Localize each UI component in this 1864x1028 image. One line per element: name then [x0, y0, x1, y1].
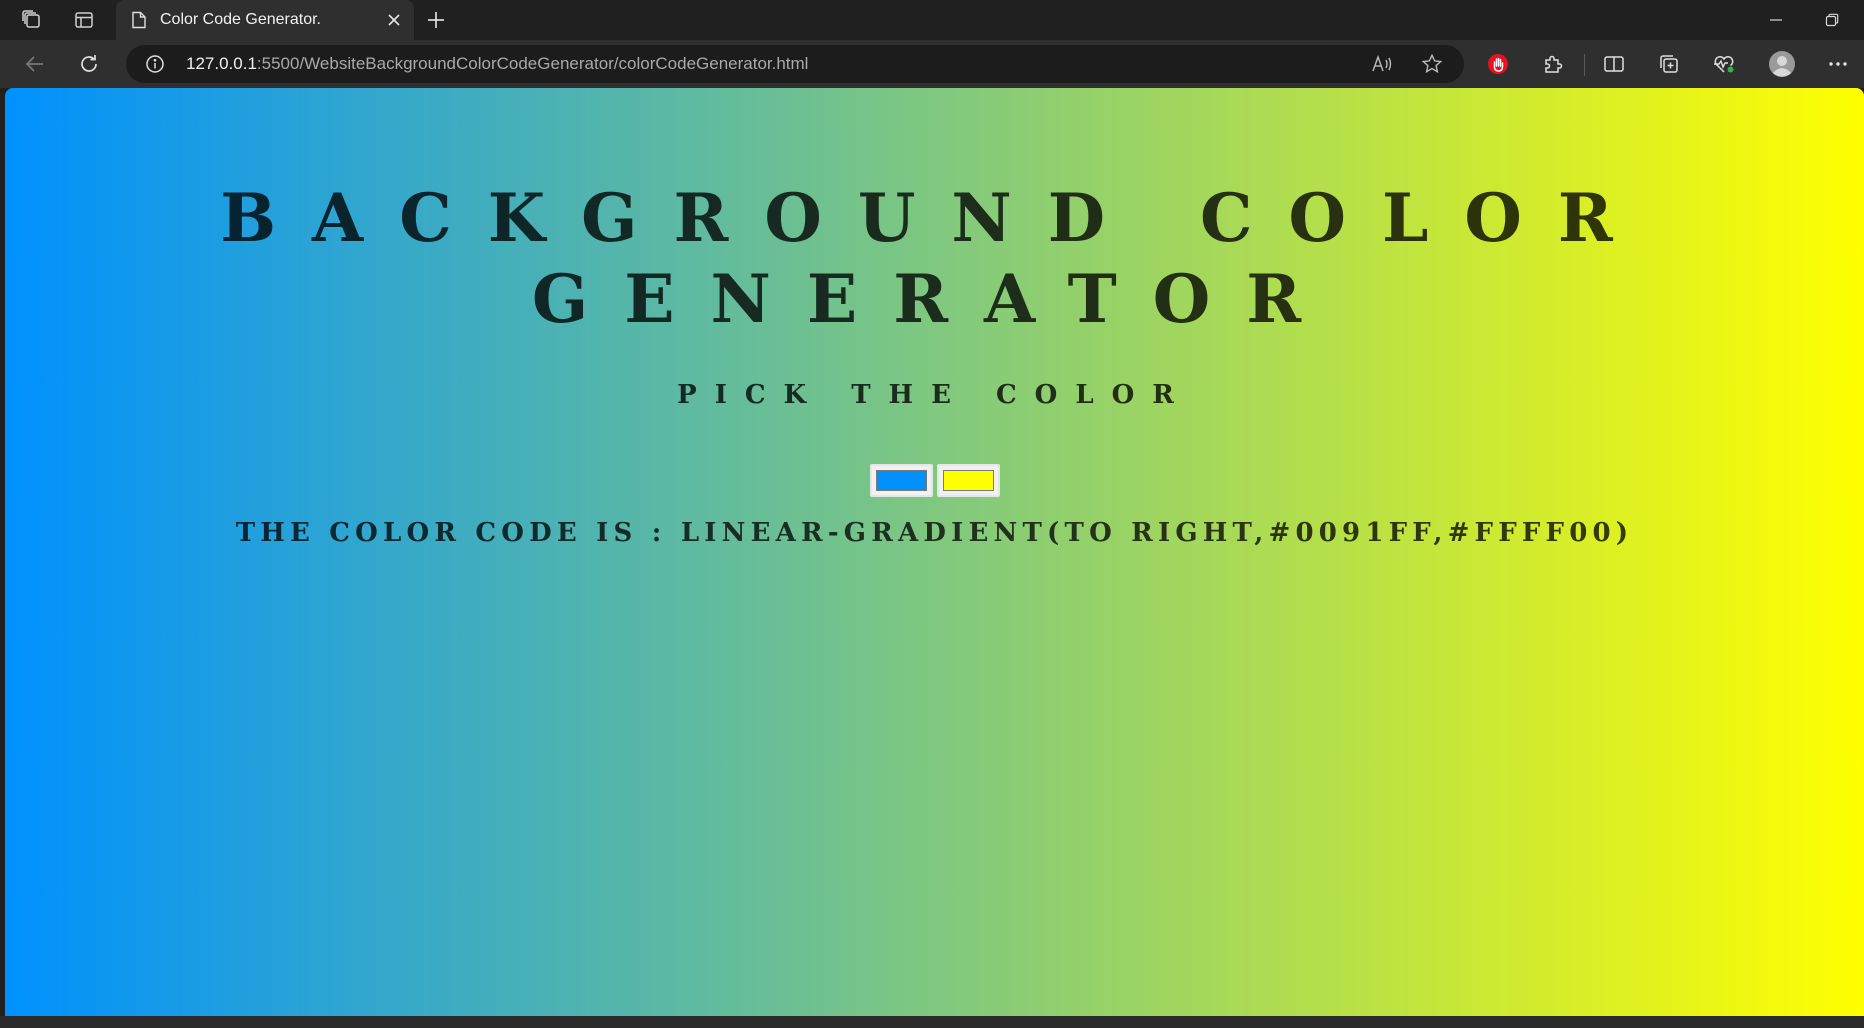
page-icon [128, 9, 150, 31]
page-title-line-1: BACKGROUND COLOR [220, 179, 1649, 257]
color-pickers [870, 464, 1000, 498]
url-path: :5500/WebsiteBackgroundColorCodeGenerato… [256, 54, 809, 73]
page-title-line-2: GENERATOR [531, 260, 1338, 338]
color-picker-2-swatch [943, 470, 994, 491]
back-arrow-icon[interactable] [17, 48, 53, 80]
refresh-icon[interactable] [71, 48, 107, 80]
color-picker-1[interactable] [870, 464, 933, 497]
puzzle-icon[interactable] [1535, 48, 1571, 80]
page-subtitle: PICK THE COLOR [677, 380, 1192, 410]
hand-stop-icon[interactable] [1480, 48, 1516, 80]
collections-icon[interactable] [1651, 48, 1687, 80]
color-code-text: THE COLOR CODE IS : LINEAR-GRADIENT(TO R… [235, 518, 1634, 548]
profile-icon[interactable] [1764, 48, 1800, 80]
page-viewport: BACKGROUND COLOR GENERATOR PICK THE COLO… [5, 88, 1864, 1016]
active-tab[interactable]: Color Code Generator. [116, 0, 414, 40]
toolbar-divider [1584, 54, 1585, 76]
url-text[interactable]: 127.0.0.1:5500/WebsiteBackgroundColorCod… [186, 45, 808, 83]
star-icon[interactable] [1416, 49, 1448, 79]
url-host: 127.0.0.1 [186, 54, 257, 73]
tab-title: Color Code Generator. [160, 11, 321, 28]
color-picker-2[interactable] [937, 464, 1000, 497]
page-title: BACKGROUND COLOR GENERATOR [5, 178, 1864, 340]
info-icon[interactable] [144, 53, 166, 75]
address-bar[interactable]: 127.0.0.1:5500/WebsiteBackgroundColorCod… [126, 45, 1464, 83]
tab-actions-icon[interactable] [66, 6, 102, 34]
close-icon[interactable] [382, 8, 406, 32]
restore-icon[interactable] [1810, 4, 1854, 36]
workspaces-icon[interactable] [14, 6, 50, 34]
read-aloud-icon[interactable] [1366, 49, 1398, 79]
bottom-edge [0, 1016, 1864, 1028]
minimize-icon[interactable] [1754, 4, 1798, 36]
tab-strip: Color Code Generator. [0, 0, 1864, 40]
color-picker-1-swatch [876, 470, 927, 491]
split-screen-icon[interactable] [1596, 48, 1632, 80]
heartbeat-icon[interactable] [1706, 48, 1742, 80]
more-dots-icon[interactable] [1820, 48, 1856, 80]
browser-toolbar: 127.0.0.1:5500/WebsiteBackgroundColorCod… [0, 40, 1864, 88]
plus-icon[interactable] [418, 6, 454, 34]
